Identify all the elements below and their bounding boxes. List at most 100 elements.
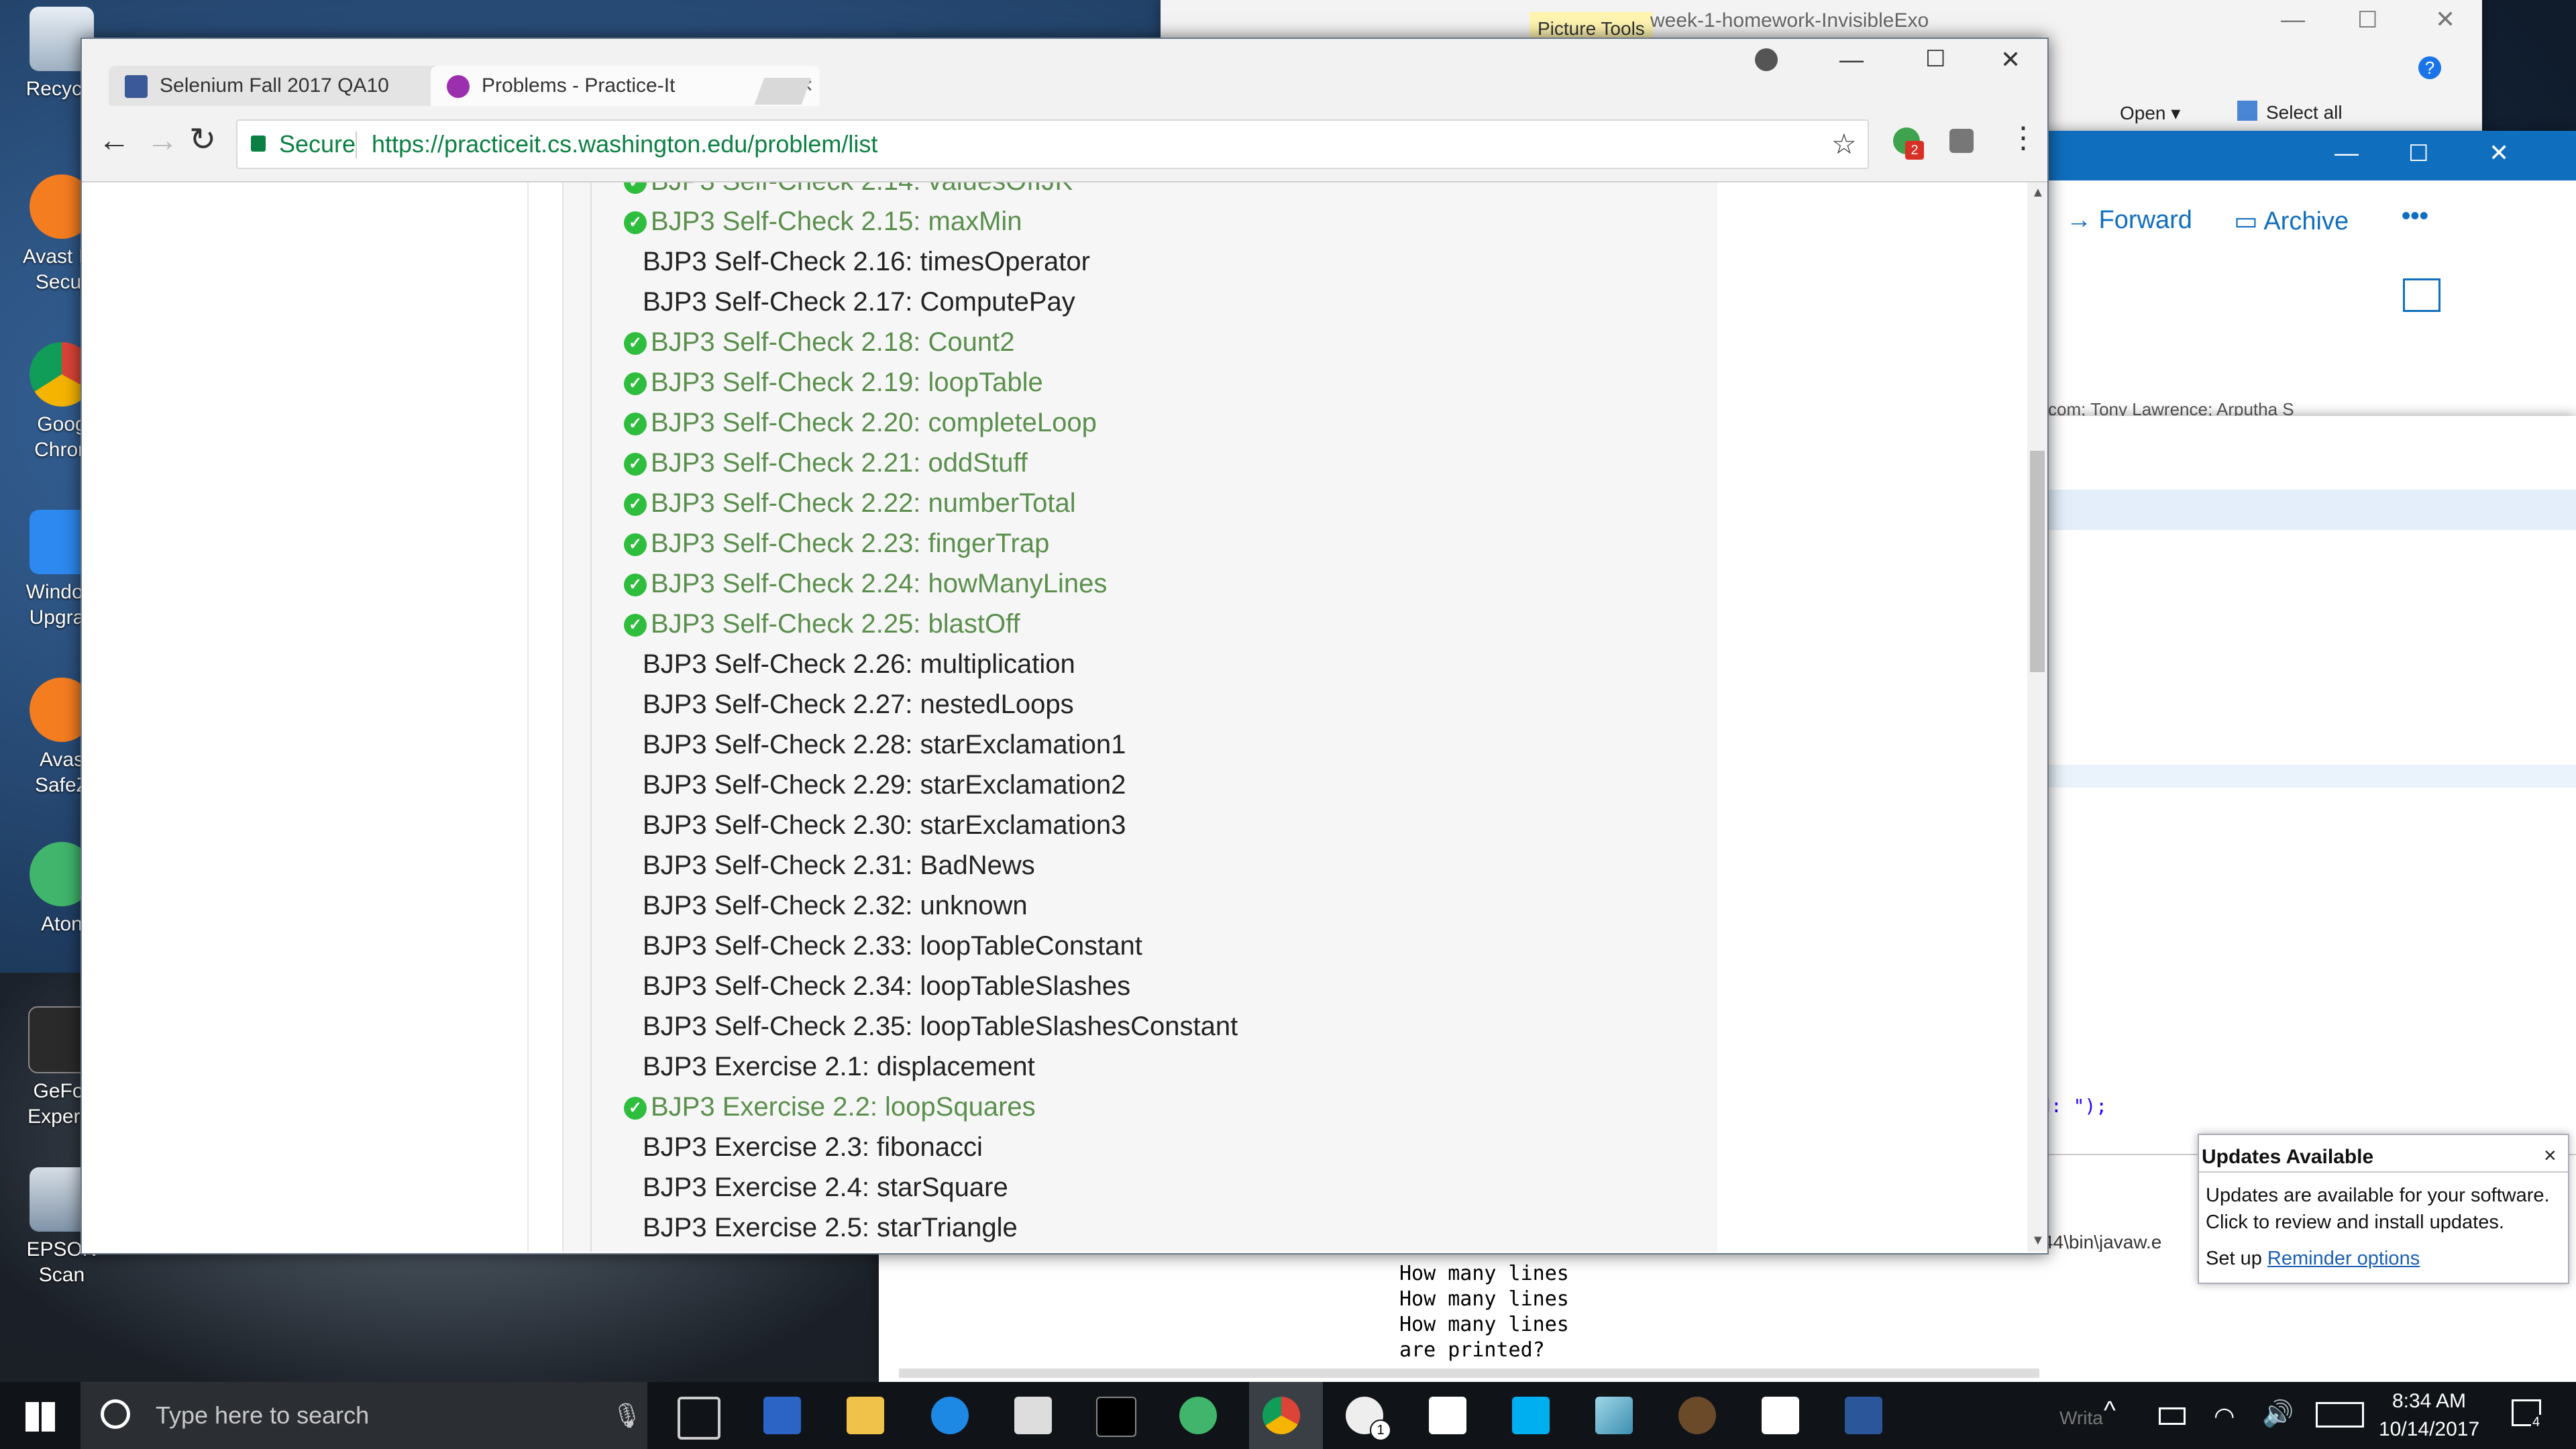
- address-bar[interactable]: Secure https://practiceit.cs.washington.…: [236, 119, 1869, 169]
- problem-link[interactable]: BJP3 Exercise 2.5: starTriangle: [643, 1208, 1018, 1248]
- xbox-icon[interactable]: 1: [1346, 1397, 1391, 1441]
- new-tab-button[interactable]: [754, 78, 812, 105]
- mail-archive-button[interactable]: ▭ Archive: [2234, 206, 2349, 236]
- horizontal-scrollbar[interactable]: [899, 1368, 2039, 1378]
- microphone-icon[interactable]: 🎙: [612, 1382, 643, 1449]
- problem-list-panel: ✓BJP3 Self-Check 2.14: valuesOfIJK✓BJP3 …: [562, 182, 1717, 1252]
- reload-icon[interactable]: ↻: [189, 121, 216, 158]
- scroll-down-icon[interactable]: ▼: [2031, 1233, 2045, 1248]
- problem-link[interactable]: BJP3 Self-Check 2.31: BadNews: [643, 845, 1035, 885]
- problem-link[interactable]: ✓ BJP3 Self-Check 2.22: numberTotal: [624, 483, 1076, 523]
- mail-minimize-button[interactable]: —: [2334, 139, 2359, 167]
- show-hidden-icons-chevron-icon[interactable]: ^: [2104, 1397, 2116, 1426]
- problem-link[interactable]: ✓ BJP3 Self-Check 2.24: howManyLines: [624, 564, 1107, 604]
- desktop-icon-label: Aton: [41, 913, 83, 935]
- chrome-taskbar-icon[interactable]: [1263, 1397, 1300, 1434]
- clock[interactable]: 8:34 AM 10/14/2017: [2379, 1387, 2479, 1444]
- problem-link[interactable]: BJP3 Self-Check 2.17: ComputePay: [643, 282, 1075, 322]
- problem-link[interactable]: ✓ BJP3 Exercise 2.2: loopSquares: [624, 1087, 1036, 1127]
- atom-taskbar-icon[interactable]: [1179, 1397, 1217, 1434]
- forward-arrow-icon: →: [2066, 206, 2099, 234]
- edge-icon[interactable]: [931, 1397, 969, 1434]
- explorer-select-all-button[interactable]: Select all: [2266, 102, 2343, 123]
- mail-more-button[interactable]: •••: [2402, 202, 2428, 231]
- problem-link[interactable]: BJP3 Exercise 2.1: displacement: [643, 1046, 1035, 1087]
- problem-label: BJP3 Exercise 2.1: displacement: [643, 1052, 1035, 1081]
- profile-icon[interactable]: [1755, 48, 1778, 71]
- volume-icon[interactable]: 🔊: [2262, 1399, 2294, 1429]
- problem-label: BJP3 Exercise 2.3: fibonacci: [643, 1132, 983, 1162]
- mail-close-button[interactable]: ✕: [2489, 139, 2509, 167]
- problem-link[interactable]: BJP3 Self-Check 2.16: timesOperator: [643, 241, 1090, 282]
- notification-close-icon[interactable]: ×: [2544, 1143, 2557, 1168]
- terminal-icon[interactable]: [1096, 1397, 1136, 1437]
- back-arrow-icon[interactable]: ←: [98, 122, 130, 159]
- skype-icon[interactable]: [1512, 1397, 1550, 1434]
- windows-start-icon[interactable]: [25, 1402, 55, 1432]
- extension-bag-icon[interactable]: [1949, 129, 1974, 153]
- problem-link[interactable]: BJP3 Self-Check 2.29: starExclamation2: [643, 765, 1126, 805]
- file-explorer-icon[interactable]: [847, 1397, 884, 1434]
- app-gear-icon[interactable]: [1678, 1397, 1716, 1434]
- task-view-icon[interactable]: [678, 1397, 720, 1440]
- problem-label: BJP3 Self-Check 2.26: multiplication: [643, 649, 1075, 679]
- problem-link[interactable]: ✓ BJP3 Self-Check 2.23: fingerTrap: [624, 523, 1049, 564]
- bookmark-star-icon[interactable]: ☆: [1831, 121, 1857, 168]
- explorer-minimize-button[interactable]: —: [2281, 5, 2305, 34]
- problem-link[interactable]: BJP3 Self-Check 2.35: loopTableSlashesCo…: [643, 1006, 1238, 1046]
- calculator-icon[interactable]: [1762, 1397, 1799, 1434]
- page-scrollbar[interactable]: ▲ ▼: [2027, 182, 2047, 1252]
- minimize-button[interactable]: —: [1839, 46, 1864, 74]
- problem-label: BJP3 Self-Check 2.22: numberTotal: [651, 488, 1076, 518]
- scroll-up-icon[interactable]: ▲: [2031, 185, 2045, 201]
- problem-link[interactable]: ✓ BJP3 Self-Check 2.21: oddStuff: [624, 443, 1028, 483]
- help-icon[interactable]: ?: [2418, 56, 2441, 79]
- problem-label: BJP3 Self-Check 2.25: blastOff: [651, 609, 1020, 639]
- mail-window[interactable]: — ☐ ✕ → Forward ▭ Archive ••• l.com; Ton…: [2039, 131, 2576, 419]
- menu-kebab-icon[interactable]: ⋮: [2008, 121, 2038, 155]
- extension-icon[interactable]: 2: [1893, 127, 1924, 160]
- problem-link[interactable]: BJP3 Self-Check 2.32: unknown: [643, 885, 1028, 926]
- powershell-icon[interactable]: [763, 1397, 801, 1434]
- problem-link[interactable]: ✓ BJP3 Self-Check 2.25: blastOff: [624, 604, 1020, 644]
- forward-arrow-icon[interactable]: →: [146, 122, 178, 159]
- problem-link[interactable]: ✓ BJP3 Self-Check 2.19: loopTable: [624, 362, 1043, 402]
- problem-link[interactable]: BJP3 Exercise 2.3: fibonacci: [643, 1127, 983, 1167]
- problem-link[interactable]: BJP3 Self-Check 2.28: starExclamation1: [643, 724, 1126, 765]
- problem-link[interactable]: BJP3 Self-Check 2.33: loopTableConstant: [643, 926, 1142, 966]
- mail-taskbar-icon[interactable]: [1429, 1397, 1466, 1434]
- store-icon[interactable]: [1014, 1397, 1052, 1434]
- problem-link[interactable]: BJP3 Self-Check 2.27: nestedLoops: [643, 684, 1074, 724]
- updates-notification[interactable]: Updates Available × Updates are availabl…: [2198, 1134, 2569, 1284]
- maximize-button[interactable]: ☐: [1925, 46, 1945, 72]
- battery-icon[interactable]: [2159, 1407, 2186, 1425]
- reminder-options-link[interactable]: Reminder options: [2267, 1248, 2420, 1269]
- explorer-close-button[interactable]: ✕: [2435, 5, 2455, 34]
- chrome-window[interactable]: Selenium Fall 2017 QA10 × Problems - Pra…: [80, 38, 2049, 1254]
- taskbar-search-box[interactable]: Type here to search 🎙: [80, 1382, 647, 1449]
- action-center-icon[interactable]: 4: [2512, 1399, 2542, 1430]
- mail-maximize-button[interactable]: ☐: [2408, 140, 2428, 167]
- taskbar: Type here to search 🎙 1 Writa ^ ◠ 🔊 8:34…: [0, 1382, 2576, 1449]
- problem-link[interactable]: BJP3 Self-Check 2.26: multiplication: [643, 644, 1075, 684]
- keyboard-icon[interactable]: [2316, 1402, 2364, 1428]
- problem-link[interactable]: ✓ BJP3 Self-Check 2.15: maxMin: [624, 201, 1022, 241]
- problem-link[interactable]: BJP3 Self-Check 2.30: starExclamation3: [643, 805, 1126, 845]
- wifi-icon[interactable]: ◠: [2214, 1402, 2235, 1430]
- problem-label: BJP3 Self-Check 2.28: starExclamation1: [643, 730, 1126, 759]
- problem-link[interactable]: ✓ BJP3 Self-Check 2.18: Count2: [624, 322, 1015, 362]
- explorer-open-button[interactable]: Open ▾: [2120, 102, 2180, 124]
- url-text[interactable]: https://practiceit.cs.washington.edu/pro…: [372, 121, 877, 168]
- problem-link[interactable]: ✓ BJP3 Self-Check 2.14: valuesOfIJK: [624, 182, 1073, 201]
- scrollbar-thumb[interactable]: [2030, 451, 2045, 672]
- popout-icon[interactable]: [2403, 278, 2440, 312]
- problem-link[interactable]: ✓ BJP3 Self-Check 2.20: completeLoop: [624, 402, 1097, 443]
- close-window-button[interactable]: ✕: [2000, 46, 2021, 74]
- snipping-tool-icon[interactable]: [1595, 1397, 1633, 1434]
- list-rule: [590, 182, 592, 1252]
- word-icon[interactable]: [1845, 1397, 1882, 1434]
- problem-link[interactable]: BJP3 Exercise 2.4: starSquare: [643, 1167, 1008, 1208]
- problem-link[interactable]: BJP3 Self-Check 2.34: loopTableSlashes: [643, 966, 1130, 1006]
- mail-forward-button[interactable]: → Forward: [2066, 206, 2192, 235]
- explorer-maximize-button[interactable]: ☐: [2357, 7, 2377, 34]
